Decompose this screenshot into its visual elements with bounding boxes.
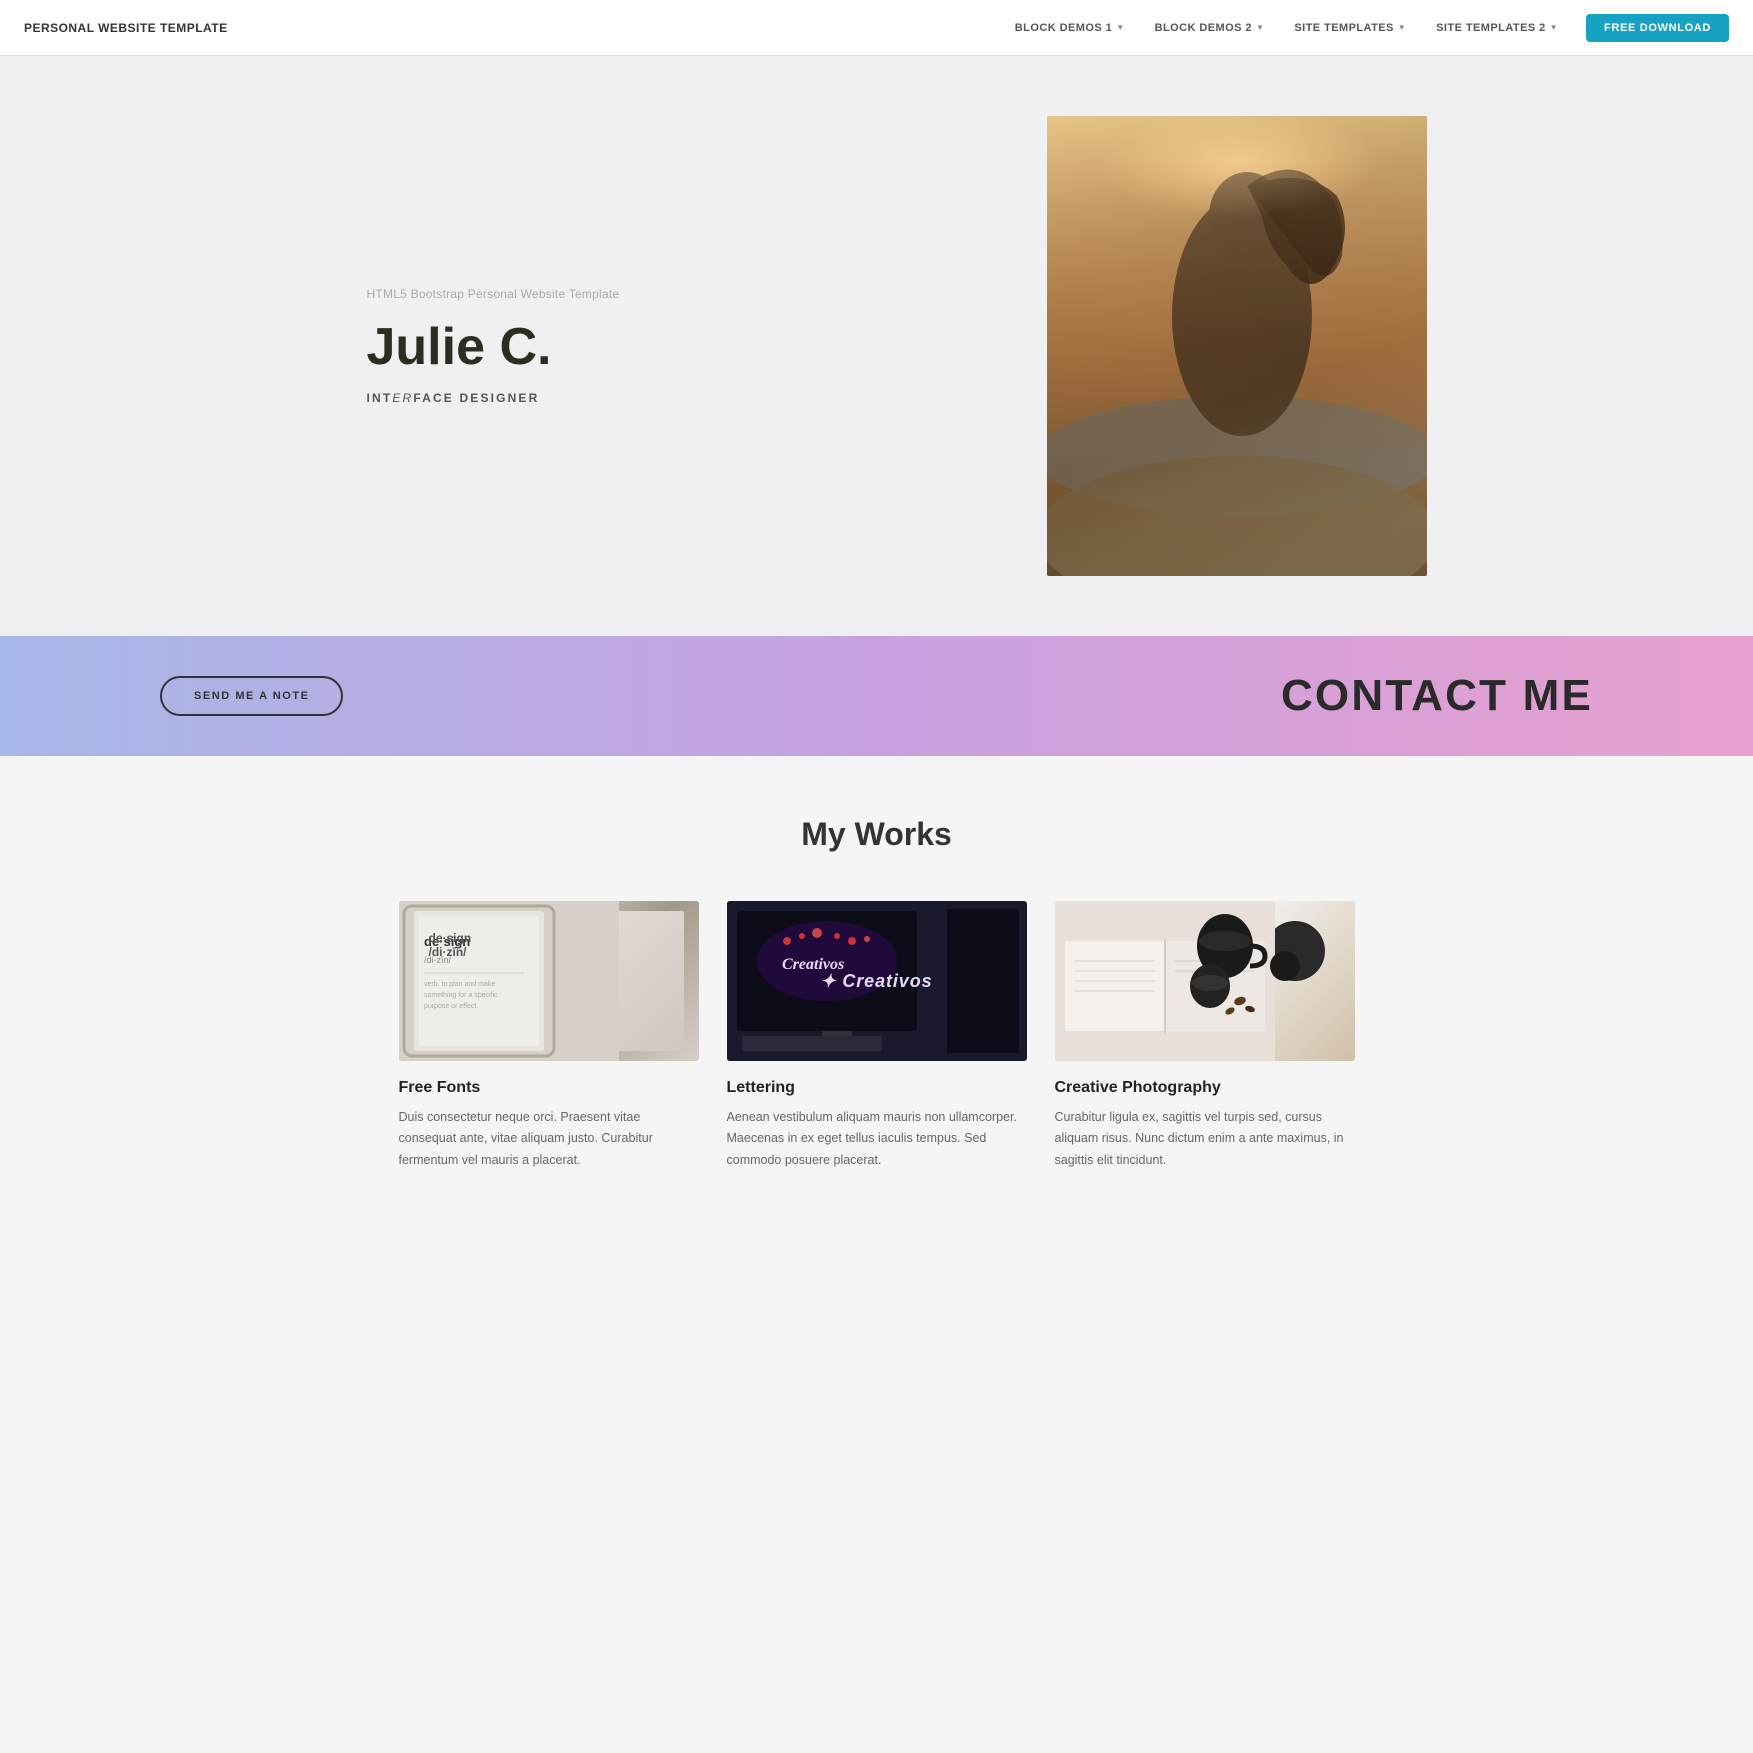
svg-text:/di·zīn/: /di·zīn/: [424, 955, 452, 965]
work-image-2: Creativos: [727, 901, 1027, 1061]
svg-text:something for a specific: something for a specific: [424, 992, 498, 999]
hero-inner: HTML5 Bootstrap Personal Website Templat…: [327, 116, 1427, 576]
work-card-title-3: Creative Photography: [1055, 1079, 1355, 1097]
works-grid: de·sign /di·zīn/ verb. to plan and make …: [377, 901, 1377, 1171]
free-download-button[interactable]: FREE DOWNLOAD: [1586, 14, 1729, 42]
work-img-lettering: Creativos: [727, 901, 1027, 1061]
hero-section: HTML5 Bootstrap Personal Website Templat…: [0, 56, 1753, 636]
works-section: My Works de·sign /di·zīn/ verb.: [0, 756, 1753, 1251]
hero-name: Julie C.: [367, 319, 987, 376]
work-image-3: [1055, 901, 1355, 1061]
svg-text:verb. to plan and make: verb. to plan and make: [424, 981, 495, 988]
chevron-down-icon: ▼: [1398, 23, 1406, 32]
nav-links: BLOCK DEMOS 1 ▼ BLOCK DEMOS 2 ▼ SITE TEM…: [1003, 14, 1729, 42]
chevron-down-icon: ▼: [1116, 23, 1124, 32]
hero-text: HTML5 Bootstrap Personal Website Templat…: [327, 287, 987, 404]
svg-text:Creativos: Creativos: [782, 956, 844, 973]
chevron-down-icon: ▼: [1550, 23, 1558, 32]
work-card-3: Creative Photography Curabitur ligula ex…: [1055, 901, 1355, 1171]
nav-block-demos-2[interactable]: BLOCK DEMOS 2 ▼: [1143, 16, 1277, 40]
work-img-fonts: de·sign /di·zīn/ verb. to plan and make …: [399, 901, 699, 1061]
hero-portrait: [1047, 116, 1427, 576]
work-card-1: de·sign /di·zīn/ verb. to plan and make …: [399, 901, 699, 1171]
work-card-2: Creativos Lettering Aenean vestibulum al…: [727, 901, 1027, 1171]
svg-text:de·sign: de·sign: [424, 934, 470, 949]
lettering-svg: Creativos: [727, 901, 947, 1061]
contact-band: SEND ME A NOTE CONTACT ME: [0, 636, 1753, 756]
hero-role: INTERFACE DESIGNER: [367, 391, 987, 405]
work-img-photo: [1055, 901, 1355, 1061]
hero-subtitle: HTML5 Bootstrap Personal Website Templat…: [367, 287, 987, 301]
brand-logo: PERSONAL WEBSITE TEMPLATE: [24, 21, 1003, 35]
works-section-title: My Works: [40, 816, 1713, 853]
hero-image: [1047, 116, 1427, 576]
photography-svg: [1055, 901, 1275, 1061]
contact-title: CONTACT ME: [1281, 671, 1593, 721]
svg-text:purpose or effect.: purpose or effect.: [424, 1003, 478, 1010]
send-note-button[interactable]: SEND ME A NOTE: [160, 676, 343, 716]
work-card-title-1: Free Fonts: [399, 1079, 699, 1097]
work-image-1: de·sign /di·zīn/ verb. to plan and make …: [399, 901, 699, 1061]
portrait-svg: [1047, 116, 1427, 576]
navbar: PERSONAL WEBSITE TEMPLATE BLOCK DEMOS 1 …: [0, 0, 1753, 56]
nav-site-templates[interactable]: SITE TEMPLATES ▼: [1282, 16, 1418, 40]
nav-block-demos-1[interactable]: BLOCK DEMOS 1 ▼: [1003, 16, 1137, 40]
work-card-desc-3: Curabitur ligula ex, sagittis vel turpis…: [1055, 1107, 1355, 1171]
chevron-down-icon: ▼: [1256, 23, 1264, 32]
nav-site-templates-2[interactable]: SITE TEMPLATES 2 ▼: [1424, 16, 1570, 40]
work-card-desc-1: Duis consectetur neque orci. Praesent vi…: [399, 1107, 699, 1171]
work-card-title-2: Lettering: [727, 1079, 1027, 1097]
fonts-svg: de·sign /di·zīn/ verb. to plan and make …: [399, 901, 619, 1061]
work-card-desc-2: Aenean vestibulum aliquam mauris non ull…: [727, 1107, 1027, 1171]
